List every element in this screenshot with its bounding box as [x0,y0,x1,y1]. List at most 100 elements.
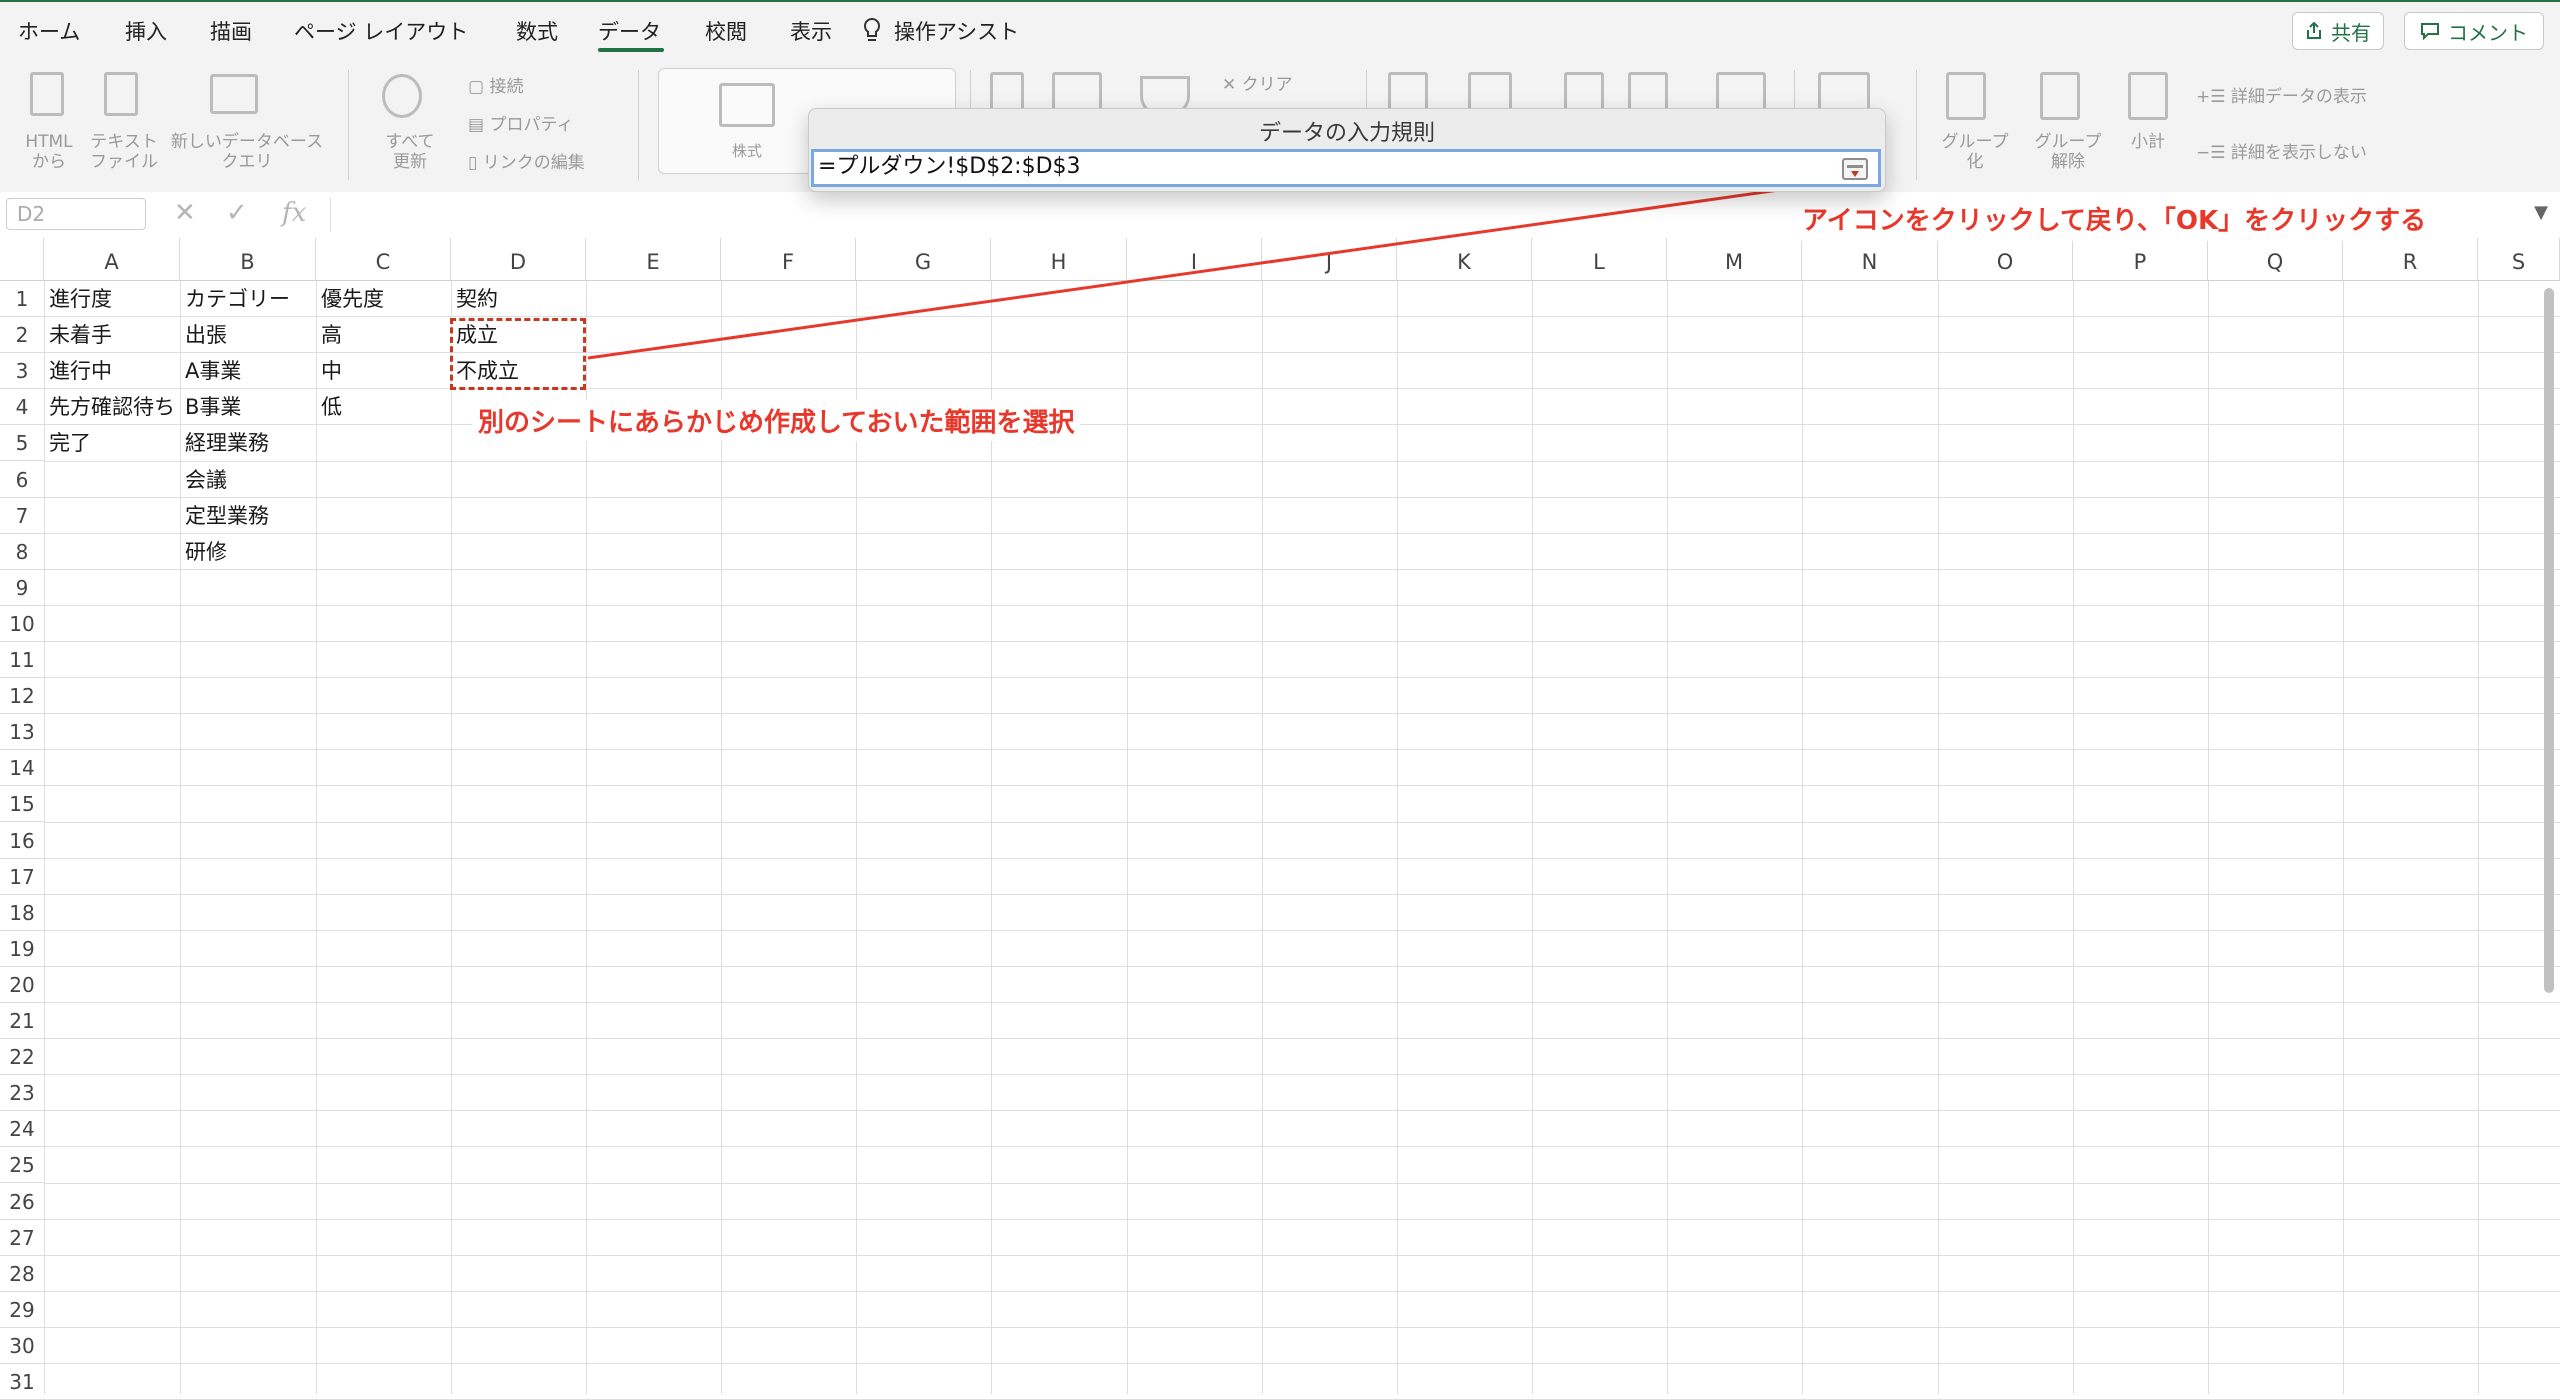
name-box[interactable]: D2 [6,198,146,230]
cell-c1[interactable]: 優先度 [321,281,384,317]
tab-page-layout[interactable]: ページ レイアウト [294,16,468,46]
row-header-11[interactable]: 11 [0,642,44,679]
comment-button[interactable]: コメント [2404,12,2544,50]
row-header-19[interactable]: 19 [0,930,44,967]
tab-data[interactable]: データ [598,16,661,46]
tab-view[interactable]: 表示 [790,16,832,46]
row-header-18[interactable]: 18 [0,894,44,931]
tab-home[interactable]: ホーム [18,16,80,46]
range-reference-input[interactable]: =プルダウン!$D$2:$D$3 [811,149,1881,187]
tab-formulas[interactable]: 数式 [516,16,558,46]
worksheet-grid[interactable]: A B C D E F G H I J K L M N O P Q R S 1 2 3 4 5 6 7 8 9 10 11 12 13 14 15… [0,238,2560,1400]
subtotal-button[interactable]: 小計 [2118,132,2178,152]
row-header-27[interactable]: 27 [0,1219,44,1256]
tab-insert[interactable]: 挿入 [125,16,167,46]
cell-a2[interactable]: 未着手 [49,317,112,353]
row-header-31[interactable]: 31 [0,1364,44,1400]
clear-filter-button[interactable]: ✕ クリア [1222,70,1293,95]
row-header-13[interactable]: 13 [0,714,44,751]
group-button[interactable]: グループ化 [1930,132,2020,172]
cell-b7[interactable]: 定型業務 [185,498,269,534]
cell-c3[interactable]: 中 [321,353,342,389]
row-header-2[interactable]: 2 [0,317,44,354]
hide-detail-button[interactable]: −☰ 詳細を表示しない [2196,138,2367,163]
column-header-a[interactable]: A [44,238,180,281]
html-from-button[interactable]: HTML から [14,132,84,172]
row-header-7[interactable]: 7 [0,497,44,534]
column-header-f[interactable]: F [721,238,856,281]
check-icon[interactable]: ✓ [226,198,248,228]
column-header-r[interactable]: R [2343,238,2478,281]
edit-links-button[interactable]: ▯ リンクの編集 [468,148,585,173]
ungroup-button[interactable]: グループ 解除 [2020,132,2116,172]
row-header-17[interactable]: 17 [0,858,44,895]
cell-a1[interactable]: 進行度 [49,281,112,317]
column-header-n[interactable]: N [1802,238,1938,281]
collapse-dialog-button[interactable] [1842,158,1868,180]
cell-b1[interactable]: カテゴリー [185,281,290,317]
row-header-20[interactable]: 20 [0,966,44,1003]
row-header-23[interactable]: 23 [0,1075,44,1112]
column-header-k[interactable]: K [1397,238,1532,281]
cell-a3[interactable]: 進行中 [49,353,112,389]
column-header-j[interactable]: J [1262,238,1397,281]
row-header-29[interactable]: 29 [0,1291,44,1328]
column-header-q[interactable]: Q [2208,238,2343,281]
tab-draw[interactable]: 描画 [210,16,252,46]
row-header-16[interactable]: 16 [0,822,44,859]
cell-b3[interactable]: A事業 [185,353,241,389]
tell-me-assist[interactable]: 操作アシスト [862,16,1019,46]
refresh-all-button[interactable]: すべて 更新 [370,132,450,172]
row-header-8[interactable]: 8 [0,533,44,570]
row-header-6[interactable]: 6 [0,461,44,498]
new-database-query-button[interactable]: 新しいデータベース クエリ [166,132,328,172]
row-header-30[interactable]: 30 [0,1327,44,1364]
cell-c4[interactable]: 低 [321,389,342,425]
connections-button[interactable]: ▢ 接続 [468,72,523,97]
column-header-d[interactable]: D [451,238,586,281]
row-header-26[interactable]: 26 [0,1183,44,1220]
properties-button[interactable]: ▤ プロパティ [468,110,573,135]
column-header-p[interactable]: P [2073,238,2208,281]
row-header-3[interactable]: 3 [0,353,44,390]
cell-c2[interactable]: 高 [321,317,342,353]
function-icon[interactable]: fx [282,198,306,228]
data-validation-dialog[interactable]: データの入力規則 =プルダウン!$D$2:$D$3 [808,108,1886,192]
row-header-9[interactable]: 9 [0,569,44,606]
cell-b6[interactable]: 会議 [185,462,227,498]
column-header-b[interactable]: B [180,238,316,281]
row-header-5[interactable]: 5 [0,425,44,462]
column-header-o[interactable]: O [1938,238,2073,281]
row-header-12[interactable]: 12 [0,678,44,715]
vertical-scrollbar[interactable] [2544,288,2554,993]
row-header-28[interactable]: 28 [0,1255,44,1292]
cell-a5[interactable]: 完了 [49,425,91,461]
expand-formula-icon[interactable]: ▼ [2534,202,2548,223]
cell-d1[interactable]: 契約 [456,281,498,317]
cell-b2[interactable]: 出張 [185,317,227,353]
share-button[interactable]: 共有 [2292,12,2384,50]
row-header-10[interactable]: 10 [0,605,44,642]
cell-b5[interactable]: 経理業務 [185,425,269,461]
cancel-icon[interactable]: ✕ [174,198,196,228]
cell-b8[interactable]: 研修 [185,534,227,570]
column-header-l[interactable]: L [1532,238,1667,281]
row-header-4[interactable]: 4 [0,389,44,426]
column-header-m[interactable]: M [1667,238,1802,281]
show-detail-button[interactable]: +☰ 詳細データの表示 [2196,82,2367,107]
row-header-22[interactable]: 22 [0,1039,44,1076]
column-header-i[interactable]: I [1127,238,1262,281]
text-file-button[interactable]: テキスト ファイル [84,132,164,172]
column-header-h[interactable]: H [991,238,1127,281]
cell-a4[interactable]: 先方確認待ち [49,389,175,425]
row-header-25[interactable]: 25 [0,1147,44,1184]
tab-review[interactable]: 校閲 [705,16,747,46]
row-header-1[interactable]: 1 [0,281,44,318]
column-header-g[interactable]: G [856,238,991,281]
row-header-14[interactable]: 14 [0,750,44,787]
column-header-e[interactable]: E [586,238,721,281]
column-header-c[interactable]: C [316,238,451,281]
column-header-s[interactable]: S [2478,238,2560,281]
select-all-corner[interactable] [0,238,44,281]
row-header-15[interactable]: 15 [0,786,44,823]
